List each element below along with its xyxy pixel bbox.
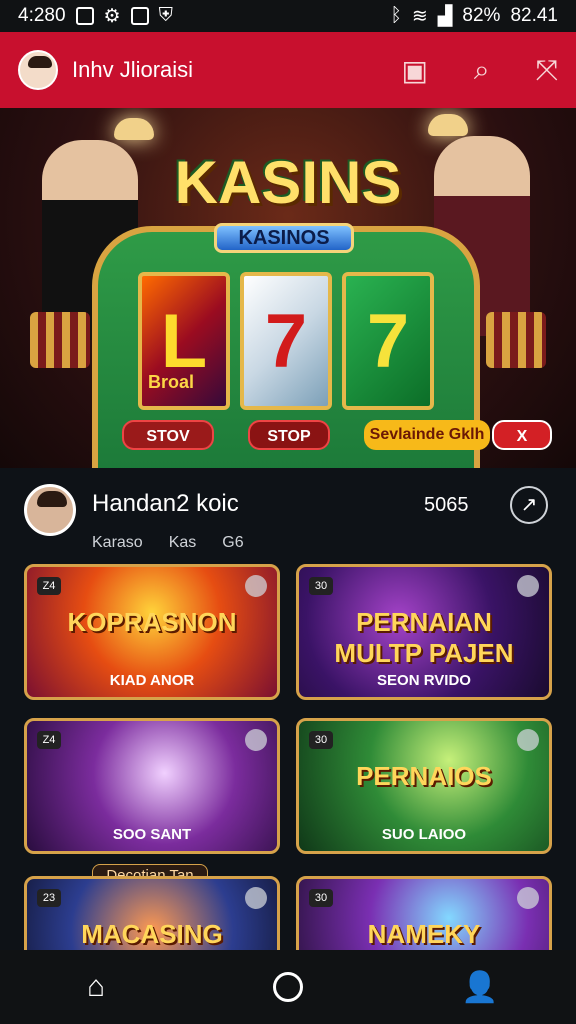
reel-caption: Broal (148, 372, 195, 392)
stop-button-mid[interactable]: STOP (248, 420, 330, 450)
card-badge: Z4 (37, 731, 61, 749)
home-icon[interactable]: ⌂ (64, 955, 128, 1019)
top-bar: Inhv Jlioraisi ▣ ⌕ ⤧ (0, 32, 576, 108)
card-title: PERNAIAN MULTP PAJEN (334, 607, 514, 668)
dice-icon (517, 887, 539, 909)
profile-icon[interactable]: 👤 (448, 955, 512, 1019)
dice-icon (245, 729, 267, 751)
avatar[interactable] (18, 50, 58, 90)
card-label: KIAD ANOR (109, 672, 195, 689)
card-badge: 23 (37, 889, 61, 907)
card-label: SOO SANT (112, 826, 192, 843)
card-badge: Z4 (37, 577, 61, 595)
notification-icon (75, 7, 94, 25)
close-button[interactable]: X (492, 420, 552, 450)
reel-left-icon (30, 312, 90, 368)
profile-tabs: Karaso Kas G6 (92, 534, 244, 552)
profile-name: Handan2 koic (92, 490, 239, 517)
clipboard-icon[interactable]: ▣ (401, 54, 427, 87)
camera-icon (130, 7, 149, 25)
card-badge: 30 (309, 577, 333, 595)
dice-icon (517, 729, 539, 751)
card-title: NAMEKY (367, 919, 481, 949)
app-title: Inhv Jlioraisi (72, 57, 194, 82)
home-button[interactable] (256, 955, 320, 1019)
card-title: MACASING (81, 919, 223, 949)
profile-count: 5065 (424, 494, 469, 516)
profile-tab[interactable]: Karaso (92, 534, 143, 552)
game-card[interactable]: Z4 KOPRASNON KIAD ANOR (24, 564, 280, 700)
search-icon[interactable]: ⌕ (474, 54, 490, 87)
reel-three-value: 7 (366, 298, 410, 384)
bluetooth-icon: ᛒ (390, 5, 402, 26)
hero-title: KASINS (174, 149, 402, 216)
game-card[interactable]: 30 PERNAIOS SUO LAIOO (296, 718, 552, 854)
profile-avatar[interactable] (24, 484, 76, 536)
lamp-icon (428, 114, 468, 136)
circle-icon (273, 972, 303, 1002)
profile-tab[interactable]: Kas (169, 534, 197, 552)
card-label: SUO LAIOO (381, 826, 467, 843)
wifi-icon: ≋ (411, 5, 428, 27)
reel-right-icon (486, 312, 546, 368)
dice-icon (517, 575, 539, 597)
bottom-navigation: ⌂ 👤 (0, 950, 576, 1024)
game-feed: Handan2 koic 5065 ↗ Karaso Kas G6 Z4 KOP… (0, 468, 576, 1012)
signal-icon: ▟ (437, 5, 453, 27)
lamp-icon (114, 118, 154, 140)
share-button[interactable]: ↗ (510, 486, 548, 524)
game-card[interactable]: Z4 SOO SANT (24, 718, 280, 854)
settings-icon: ⚙ (103, 5, 121, 27)
reel-two: 7 (240, 272, 332, 410)
share-icon[interactable]: ⤧ (536, 54, 558, 87)
shield-icon: ⛨ (158, 5, 173, 26)
time-text: 4:280 (18, 5, 66, 26)
game-card[interactable]: 30 PERNAIAN MULTP PAJEN SEON RVIDO (296, 564, 552, 700)
reel-two-value: 7 (264, 298, 308, 384)
reel-three: 7 (342, 272, 434, 410)
stop-button-left[interactable]: STOV (122, 420, 214, 450)
dice-icon (245, 575, 267, 597)
hero-subtitle: KASINOS (214, 223, 354, 253)
cta-button[interactable]: Sevlainde Gklh (364, 420, 490, 450)
card-badge: 30 (309, 889, 333, 907)
dice-icon (245, 887, 267, 909)
profile-tab[interactable]: G6 (222, 534, 243, 552)
card-label: SEON RVIDO (377, 672, 471, 689)
hero-banner[interactable]: KASINS KASINOS L 7 7 Broal STOV STOP Sev… (0, 108, 576, 468)
card-title: KOPRASNON (67, 607, 237, 637)
card-badge: 30 (309, 731, 333, 749)
clock-text: 82.41 (510, 5, 558, 26)
status-bar: 4:280 ⚙ ⛨ ᛒ ≋ ▟ 82% 82.41 (0, 0, 576, 32)
card-title: PERNAIOS (356, 761, 492, 791)
battery-text: 82% (462, 5, 501, 26)
